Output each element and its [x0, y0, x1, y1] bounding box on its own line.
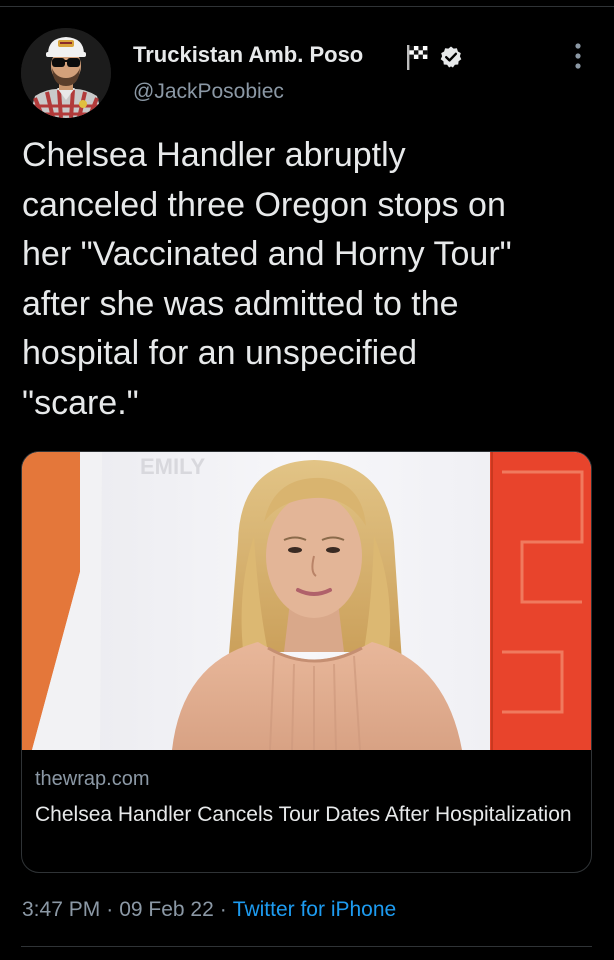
tweet-text: Chelsea Handler abruptly canceled three …: [22, 136, 512, 422]
top-divider: [0, 6, 614, 7]
tweet-meta: 3:47 PM · 09 Feb 22 · Twitter for iPhone: [22, 898, 396, 922]
chequered-flag-icon: [404, 43, 430, 71]
avatar[interactable]: [21, 28, 111, 118]
meta-separator: ·: [219, 898, 227, 921]
card-title: Chelsea Handler Cancels Tour Dates After…: [35, 803, 572, 826]
meta-separator: ·: [106, 898, 114, 921]
bottom-divider: [21, 946, 592, 947]
card-image-backdrop-text: EMILY: [140, 454, 206, 479]
verified-badge-icon: [439, 45, 463, 69]
author-handle[interactable]: @JackPosobiec: [133, 80, 284, 104]
more-options-icon[interactable]: [566, 38, 590, 74]
card-domain: thewrap.com: [35, 768, 150, 790]
tweet-time[interactable]: 3:47 PM: [22, 898, 100, 921]
link-preview-card[interactable]: EMILY thewrap.com Chelsea Handler Cancel…: [21, 451, 592, 873]
author-display-name[interactable]: Truckistan Amb. Poso: [133, 42, 363, 68]
tweet-source-link[interactable]: Twitter for iPhone: [233, 898, 396, 921]
tweet-date[interactable]: 09 Feb 22: [119, 898, 214, 921]
card-image: EMILY: [22, 452, 591, 750]
